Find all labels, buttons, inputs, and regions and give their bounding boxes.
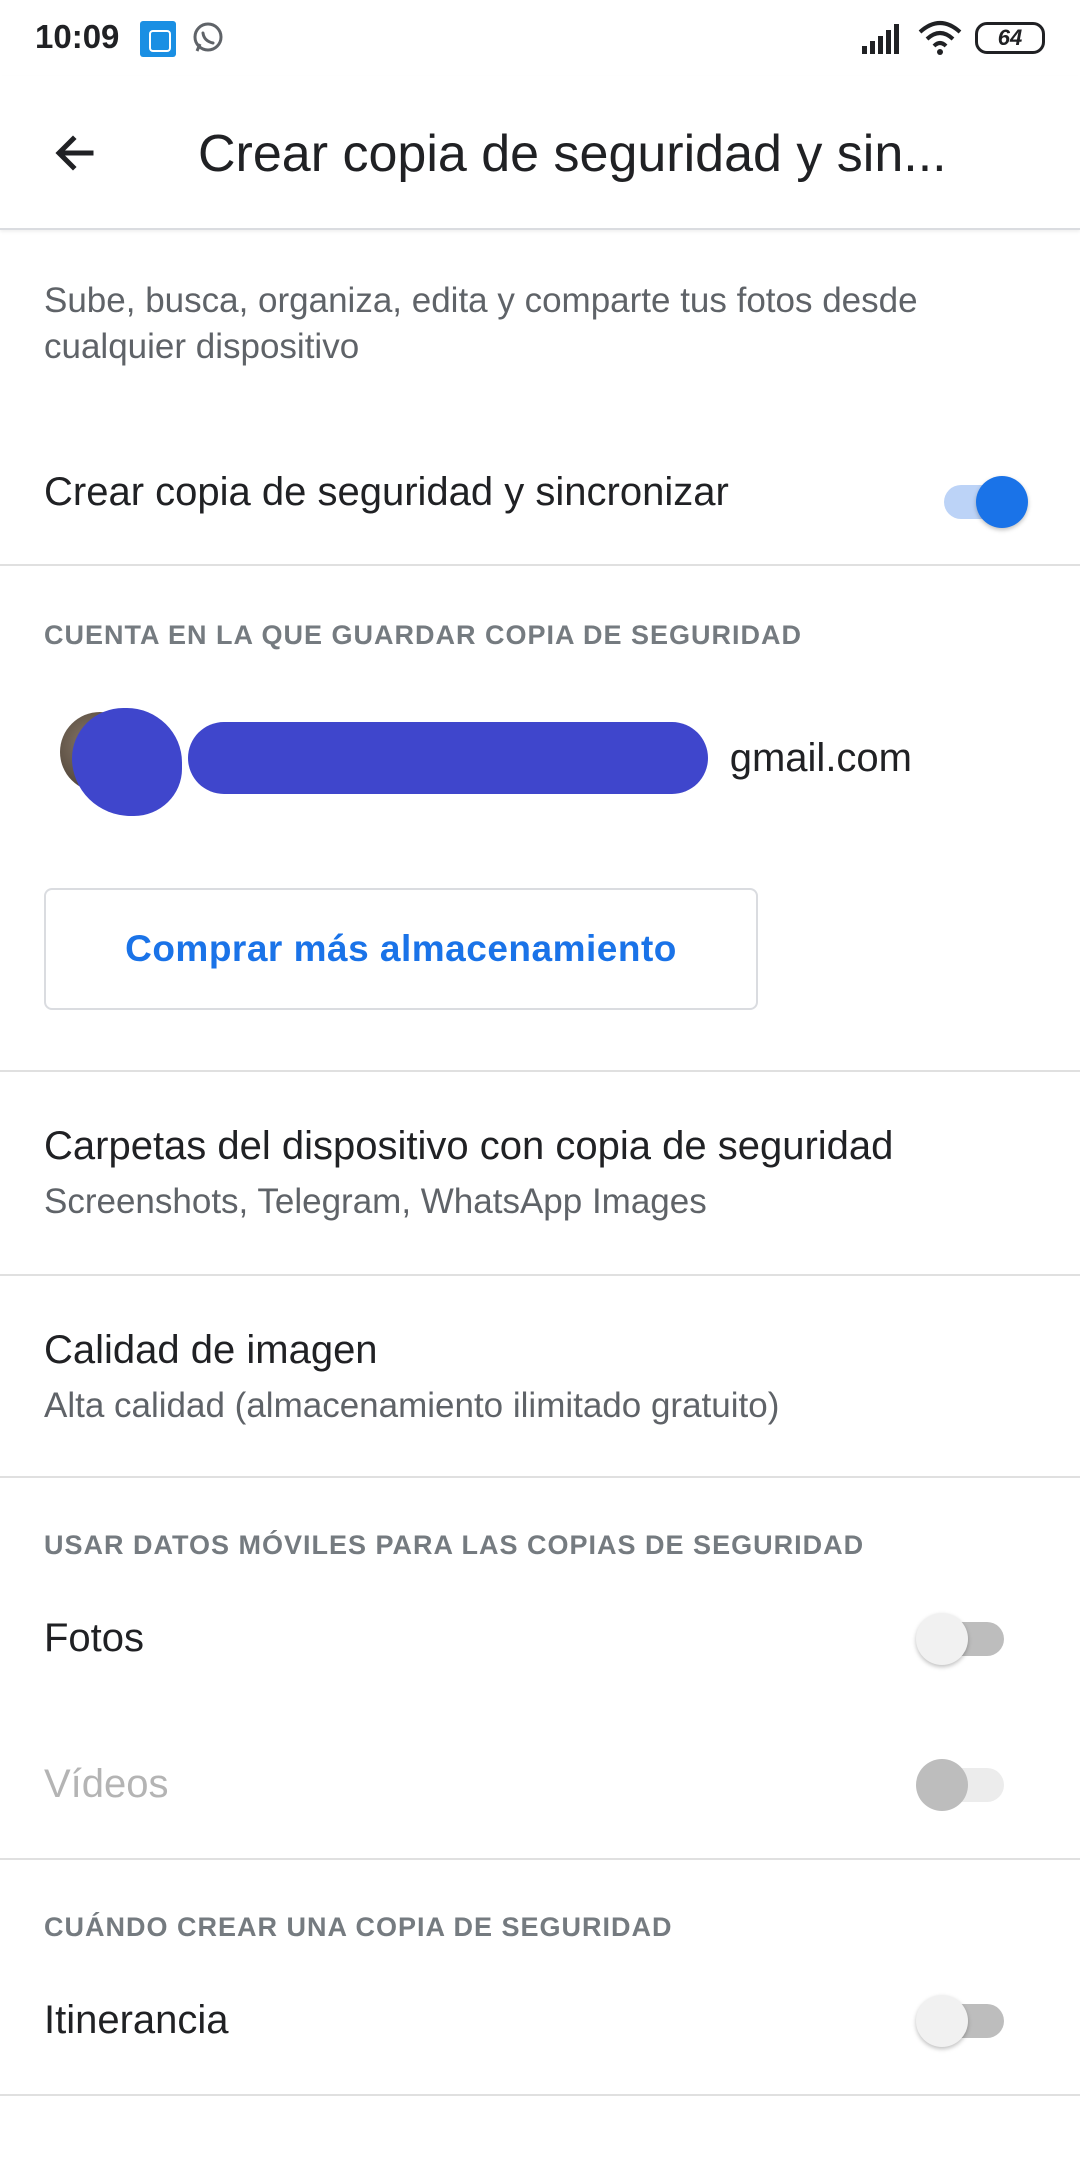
- backup-sync-row[interactable]: Crear copia de seguridad y sincronizar: [0, 440, 1080, 564]
- divider: [0, 1476, 1080, 1478]
- roaming-label: Itinerancia: [44, 1998, 229, 2042]
- divider: [0, 564, 1080, 566]
- mi-notification-icon: [140, 21, 176, 57]
- roaming-toggle[interactable]: [916, 1988, 1006, 2048]
- battery-icon: 64: [975, 22, 1045, 54]
- photos-row[interactable]: Fotos: [0, 1580, 1080, 1700]
- status-bar: 10:09 64: [0, 0, 1080, 76]
- divider: [0, 2094, 1080, 2096]
- account-section-header: CUENTA EN LA QUE GUARDAR COPIA DE SEGURI…: [44, 620, 803, 650]
- when-section-header: CUÁNDO CREAR UNA COPIA DE SEGURIDAD: [44, 1912, 673, 1942]
- page-description: Sube, busca, organiza, edita y comparte …: [44, 281, 918, 366]
- app-bar: Crear copia de seguridad y sin...: [0, 76, 1080, 230]
- mobile-data-section-header: USAR DATOS MÓVILES PARA LAS COPIAS DE SE…: [44, 1530, 865, 1560]
- signal-icon: [862, 24, 899, 54]
- photos-label: Fotos: [44, 1616, 145, 1660]
- arrow-back-icon: [55, 135, 94, 171]
- backup-sync-toggle[interactable]: [938, 469, 1028, 529]
- image-quality-title: Calidad de imagen: [44, 1328, 378, 1372]
- divider: [0, 1858, 1080, 1860]
- toggle-thumb: [916, 1613, 968, 1665]
- backup-sync-label: Crear copia de seguridad y sincronizar: [44, 470, 729, 514]
- roaming-row[interactable]: Itinerancia: [0, 1962, 1080, 2082]
- videos-row: Vídeos: [0, 1726, 1080, 1846]
- device-folders-subtitle: Screenshots, Telegram, WhatsApp Images: [44, 1182, 707, 1221]
- wifi-icon: [918, 21, 962, 55]
- toggle-thumb: [916, 1759, 968, 1811]
- buy-storage-button[interactable]: Comprar más almacenamiento: [44, 888, 758, 1010]
- image-quality-subtitle: Alta calidad (almacenamiento ilimitado g…: [44, 1386, 780, 1425]
- whatsapp-icon: [193, 22, 223, 52]
- toggle-thumb: [916, 1995, 968, 2047]
- device-folders-title: Carpetas del dispositivo con copia de se…: [44, 1124, 894, 1168]
- videos-label: Vídeos: [44, 1762, 169, 1806]
- page-title: Crear copia de seguridad y sin...: [198, 125, 947, 183]
- image-quality-row[interactable]: Calidad de imagen Alta calidad (almacena…: [0, 1276, 1080, 1476]
- toggle-thumb: [976, 476, 1028, 528]
- device-folders-row[interactable]: Carpetas del dispositivo con copia de se…: [0, 1072, 1080, 1274]
- back-button[interactable]: [40, 118, 110, 188]
- photos-toggle[interactable]: [916, 1606, 1006, 1666]
- status-time: 10:09: [35, 18, 120, 55]
- videos-toggle[interactable]: [916, 1752, 1006, 1812]
- redaction-mark: [188, 722, 708, 794]
